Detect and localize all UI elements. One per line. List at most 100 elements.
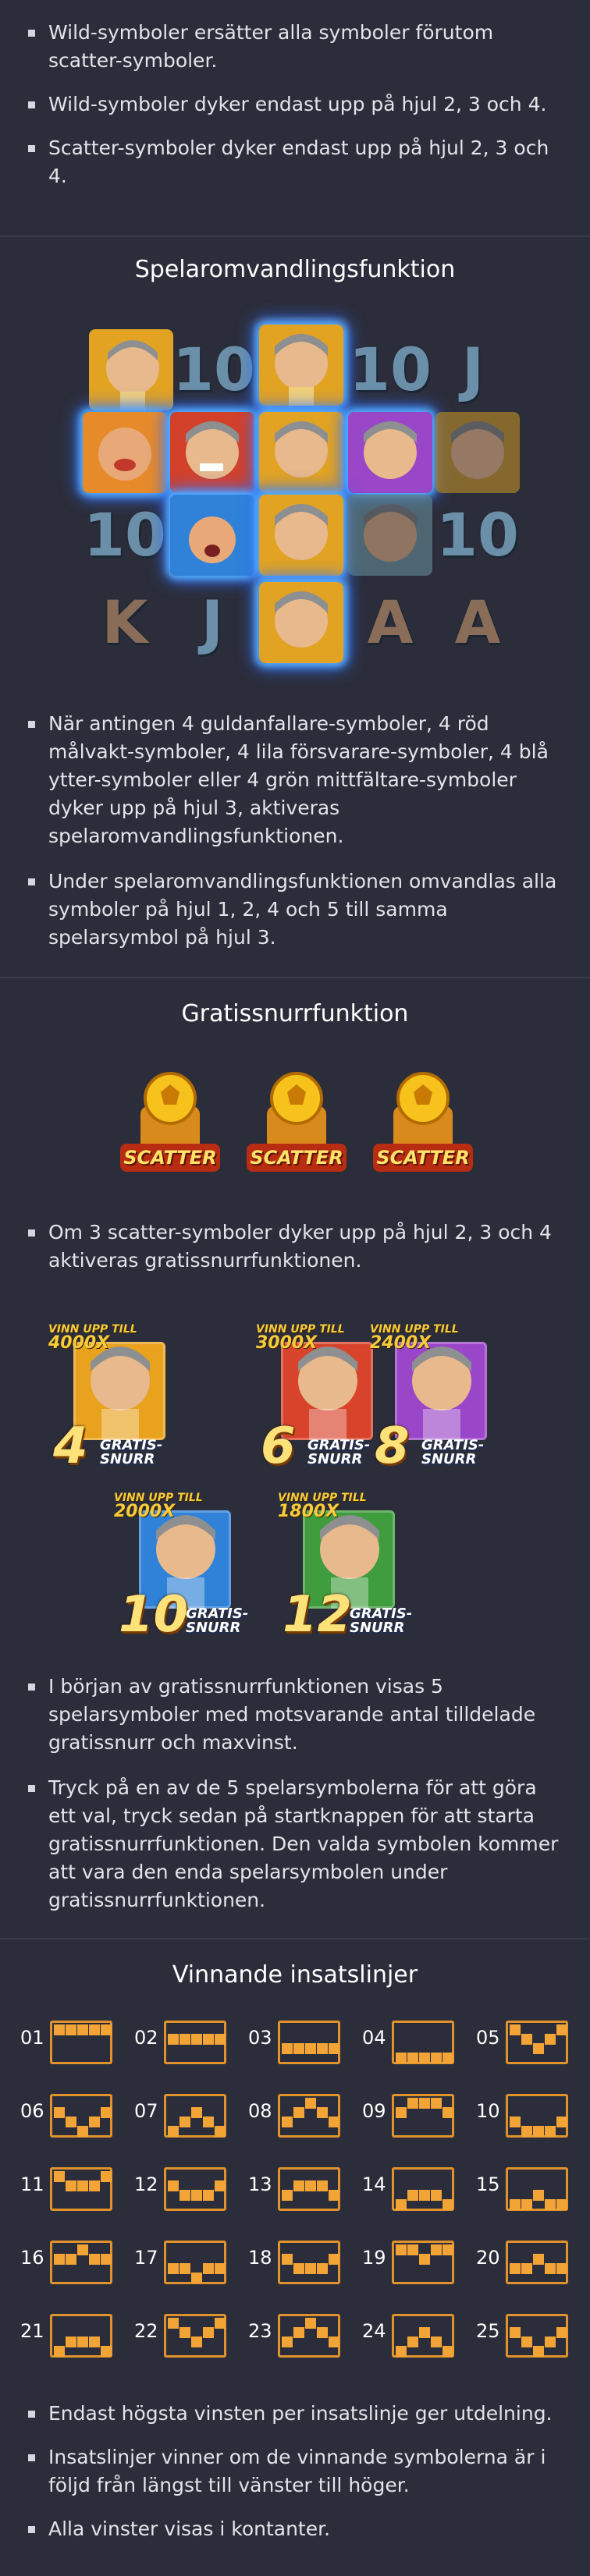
payline-cell — [282, 2254, 293, 2265]
payline-cell — [215, 2180, 226, 2191]
rule-item: När antingen 4 guldanfallare-symboler, 4… — [25, 710, 567, 850]
section-title-player-transform: Spelaromvandlingsfunktion — [134, 256, 456, 283]
reel-grid-illustration: 10 10 J 10 10 K J A A — [83, 317, 520, 669]
payline-cell — [179, 2263, 190, 2274]
payline-cell — [317, 2107, 328, 2118]
symbol-j: J — [201, 587, 224, 657]
payline-cell — [54, 2254, 65, 2265]
payline-cell — [329, 2190, 339, 2201]
payline-cell — [521, 2199, 532, 2210]
payline-cell — [556, 2327, 567, 2338]
player-symbol-blue — [170, 495, 254, 576]
payline-cell — [54, 2024, 65, 2035]
payline-cell — [203, 2263, 214, 2274]
payline-13: 13 — [248, 2167, 359, 2211]
payline-cell — [533, 2043, 544, 2054]
payline-diagram — [164, 2094, 226, 2138]
player-symbol-dim — [435, 412, 520, 493]
free-spin-count: 6 — [261, 1418, 296, 1475]
payline-06: 06 — [20, 2094, 131, 2138]
payline-number: 07 — [134, 2100, 158, 2122]
free-spins-word: GRATIS- SNURR — [350, 1606, 413, 1636]
payline-cell — [510, 2024, 521, 2035]
payline-number: 23 — [248, 2320, 272, 2342]
payline-cell — [179, 2327, 190, 2338]
payline-diagram — [278, 2314, 340, 2358]
player-transform-rules: När antingen 4 guldanfallare-symboler, 4… — [0, 710, 590, 952]
payline-diagram — [164, 2314, 226, 2358]
free-spin-count: 12 — [283, 1586, 353, 1644]
payline-diagram — [278, 2241, 340, 2284]
free-spins-word: GRATIS- SNURR — [186, 1606, 249, 1636]
scatter-symbol: SCATTER — [117, 1066, 223, 1183]
payline-cell — [282, 2336, 293, 2347]
payline-number: 02 — [134, 2027, 158, 2049]
symbol-ten: 10 — [172, 335, 255, 404]
player-symbol-purple — [348, 412, 432, 493]
payline-cell — [293, 2107, 304, 2118]
payline-cell — [168, 2126, 179, 2137]
payline-cell — [282, 2043, 293, 2054]
payline-17: 17 — [134, 2241, 245, 2284]
payline-cell — [419, 2053, 430, 2063]
payline-number: 18 — [248, 2247, 272, 2269]
rule-item: Om 3 scatter-symboler dyker upp på hjul … — [25, 1219, 567, 1275]
payline-cell — [101, 2254, 112, 2265]
scatter-label: SCATTER — [250, 1147, 343, 1169]
payline-cell — [431, 2336, 442, 2347]
payline-diagram — [392, 2314, 454, 2358]
payline-diagram — [278, 2021, 340, 2064]
payline-cell — [396, 2346, 407, 2357]
payline-cell — [329, 2336, 339, 2347]
free-spins-word: GRATIS- SNURR — [100, 1437, 163, 1467]
payline-cell — [305, 2180, 316, 2191]
payline-cell — [545, 2336, 556, 2347]
payline-cell — [168, 2180, 179, 2191]
payline-cell — [329, 2254, 339, 2265]
payline-cell — [168, 2034, 179, 2045]
max-multiplier: 2000X — [114, 1502, 176, 1521]
payline-cell — [442, 2107, 453, 2118]
payline-cell — [407, 2190, 418, 2201]
payline-cell — [101, 2024, 112, 2035]
payline-number: 03 — [248, 2027, 272, 2049]
payline-number: 25 — [476, 2320, 500, 2342]
symbol-ten: 10 — [349, 335, 432, 404]
payline-cell — [89, 2254, 100, 2265]
symbol-ten: 10 — [84, 500, 166, 569]
payline-cell — [442, 2346, 453, 2357]
payline-cell — [407, 2244, 418, 2255]
payline-cell — [66, 2254, 76, 2265]
payline-cell — [293, 2327, 304, 2338]
payline-19: 19 — [362, 2241, 473, 2284]
payline-cell — [305, 2043, 316, 2054]
rule-item: Alla vinster visas i kontanter. — [25, 2515, 567, 2543]
symbol-a: A — [454, 587, 501, 657]
player-symbol-gold — [259, 325, 343, 406]
payline-cell — [317, 2043, 328, 2054]
scatter-label: SCATTER — [123, 1147, 217, 1169]
payline-cell — [419, 2254, 430, 2265]
payline-23: 23 — [248, 2314, 359, 2358]
payline-number: 10 — [476, 2100, 500, 2122]
payline-21: 21 — [20, 2314, 131, 2358]
section-title-free-spins: Gratissnurrfunktion — [181, 1000, 409, 1027]
payline-cell — [545, 2263, 556, 2274]
rule-item: Wild-symboler dyker endast upp på hjul 2… — [25, 90, 567, 119]
payline-cell — [396, 2199, 407, 2210]
payline-02: 02 — [134, 2021, 245, 2064]
payline-03: 03 — [248, 2021, 359, 2064]
payline-cell — [431, 2190, 442, 2201]
payline-cell — [168, 2263, 179, 2274]
payline-cell — [521, 2034, 532, 2045]
payline-diagram — [50, 2094, 112, 2138]
payline-cell — [77, 2336, 88, 2347]
symbol-j: J — [461, 335, 485, 404]
payline-cell — [66, 2336, 76, 2347]
payline-cell — [215, 2126, 226, 2137]
payline-cell — [545, 2199, 556, 2210]
payline-cell — [203, 2190, 214, 2201]
payline-10: 10 — [476, 2094, 587, 2138]
payline-diagram — [278, 2167, 340, 2211]
divider — [0, 1938, 590, 1939]
